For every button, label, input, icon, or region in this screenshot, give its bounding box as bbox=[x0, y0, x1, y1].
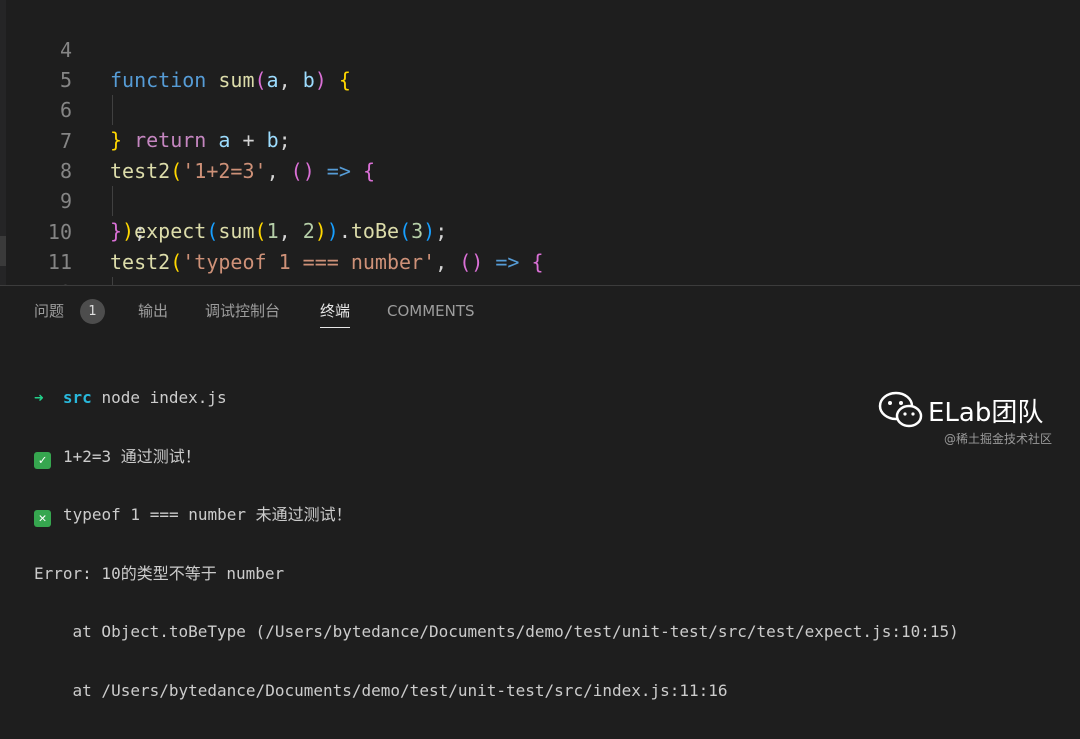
code-line: 12 }); bbox=[0, 248, 146, 335]
terminal-line: at Object.toBeType (/Users/bytedance/Doc… bbox=[34, 622, 959, 643]
bottom-panel: 问题 1 输出 调试控制台 终端 COMMENTS ➜ src node ind… bbox=[0, 286, 1080, 700]
active-tab-indicator bbox=[320, 327, 351, 328]
terminal-line: ✕ typeof 1 === number 未通过测试！ bbox=[34, 505, 959, 527]
code-line: 9 }); bbox=[0, 156, 146, 243]
code-line: 7 test2('1+2=3', () => { bbox=[0, 96, 375, 183]
check-mark-icon: ✓ bbox=[34, 451, 51, 469]
code-line: 6 } bbox=[0, 65, 122, 152]
code-editor[interactable]: 4 function sum(a, b) { 5 return a + b; 6… bbox=[0, 0, 1080, 335]
terminal-line: ➜ src node index.js bbox=[34, 388, 959, 409]
tab-problems[interactable]: 问题 bbox=[34, 300, 64, 322]
terminal-line: at /Users/bytedance/Documents/demo/test/… bbox=[34, 681, 959, 702]
code-line: 5 return a + b; bbox=[0, 35, 291, 152]
terminal-output[interactable]: ➜ src node index.js ✓ 1+2=3 通过测试！ ✕ typeof… bbox=[34, 350, 959, 739]
indent-guide bbox=[112, 95, 113, 125]
prompt-arrow-icon: ➜ bbox=[34, 388, 44, 407]
terminal-command: node index.js bbox=[101, 388, 227, 407]
code-text: test2('1+2=3', () => { bbox=[110, 159, 375, 183]
stack-trace-line: at /Users/bytedance/Documents/demo/test/… bbox=[34, 680, 728, 700]
watermark-source: @稀土掘金技术社区 bbox=[944, 432, 1053, 446]
error-message: Error: 10的类型不等于 number bbox=[34, 563, 285, 583]
code-text: test2('typeof 1 === number', () => { bbox=[110, 250, 544, 274]
panel-tabs: 问题 1 输出 调试控制台 终端 COMMENTS bbox=[0, 286, 1080, 336]
code-text: } bbox=[110, 128, 123, 152]
code-text: expect(sum(1, 2)).toBe(3); bbox=[134, 219, 448, 243]
code-line: 4 function sum(a, b) { bbox=[0, 5, 351, 92]
cross-mark-icon: ✕ bbox=[34, 510, 51, 527]
indent-guide bbox=[112, 186, 113, 216]
problems-count-badge: 1 bbox=[80, 299, 105, 324]
code-line: 11 expect('10').toBeType('number'); bbox=[0, 217, 520, 334]
code-text: function sum(a, b) { bbox=[110, 68, 351, 92]
watermark: ELab团队 bbox=[878, 390, 1043, 430]
watermark-brand: ELab团队 bbox=[928, 397, 1044, 428]
prompt-directory: src bbox=[62, 388, 92, 407]
pass-message: 1+2=3 通过测试！ bbox=[63, 446, 201, 466]
tab-comments[interactable]: COMMENTS bbox=[387, 300, 475, 322]
terminal-line: Error: 10的类型不等于 number bbox=[34, 564, 959, 585]
code-line: 10 test2('typeof 1 === number', () => { bbox=[0, 187, 544, 274]
wechat-icon bbox=[878, 390, 924, 430]
tab-terminal[interactable]: 终端 bbox=[320, 300, 351, 328]
code-text: }); bbox=[110, 219, 147, 243]
tab-output[interactable]: 输出 bbox=[138, 300, 168, 322]
tab-debug-console[interactable]: 调试控制台 bbox=[205, 300, 280, 322]
code-text: return a + b; bbox=[134, 128, 291, 152]
code-line: 8 expect(sum(1, 2)).toBe(3); bbox=[0, 126, 447, 243]
stack-trace-line: at Object.toBeType (/Users/bytedance/Doc… bbox=[34, 622, 959, 641]
terminal-line: ✓ 1+2=3 通过测试！ bbox=[34, 446, 959, 469]
fail-message: typeof 1 === number 未通过测试！ bbox=[63, 505, 352, 524]
tab-terminal-label: 终端 bbox=[320, 302, 351, 320]
